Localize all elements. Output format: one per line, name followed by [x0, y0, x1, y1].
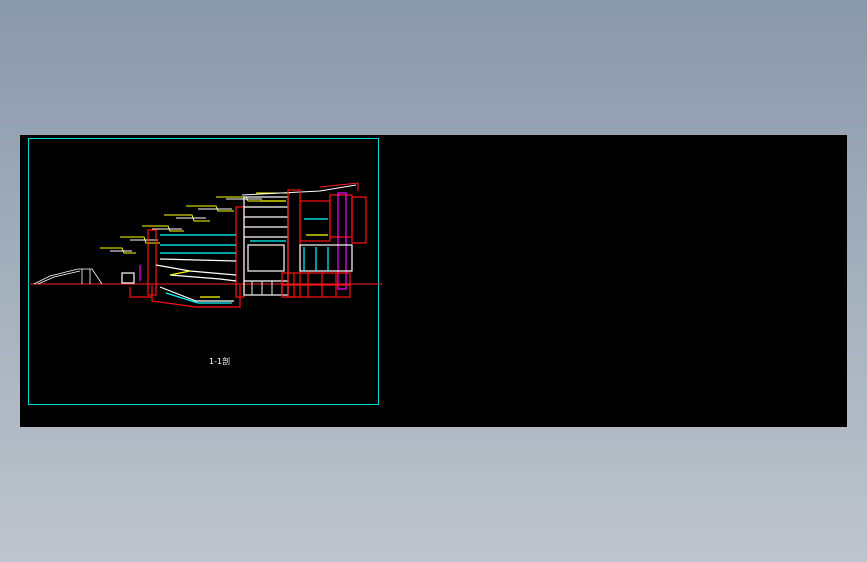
section-label: 1-1剖 [209, 356, 230, 366]
roof-terraces [100, 182, 359, 254]
section-drawing: 1-1剖 [28, 138, 382, 405]
cad-model-space[interactable]: 1-1剖 [20, 135, 847, 427]
main-structure [121, 189, 367, 308]
left-terrain [33, 268, 103, 285]
